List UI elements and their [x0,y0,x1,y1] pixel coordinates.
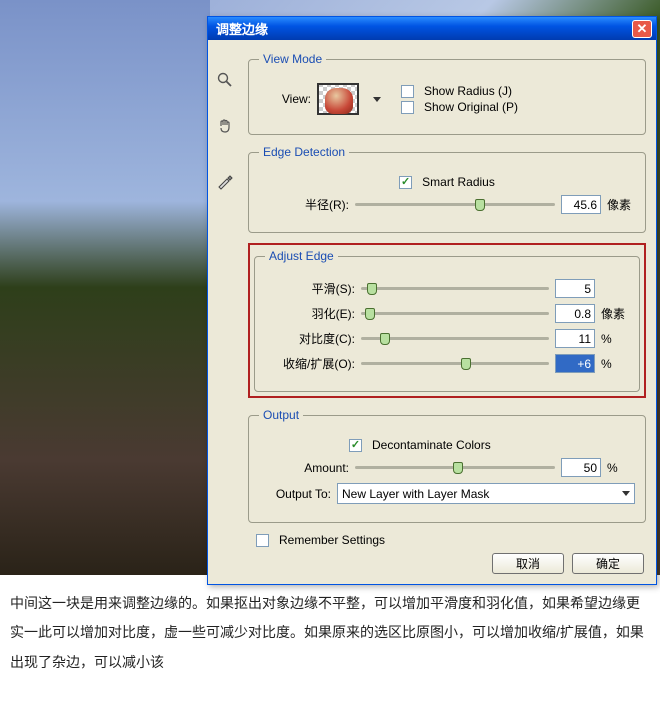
background-image: PhotoPS.cn 调整边缘 ✕ View Mode View: [0,0,660,575]
amount-label: Amount: [259,461,349,475]
radius-slider[interactable] [355,196,555,214]
decontaminate-label: Decontaminate Colors [372,438,491,452]
adjust-edge-group: Adjust Edge 平滑(S): 羽化(E): 像素 对比度 [254,249,640,392]
refine-brush-icon[interactable] [214,171,236,193]
remember-checkbox[interactable] [256,534,269,547]
edge-detection-legend: Edge Detection [259,145,349,159]
shift-label: 收缩/扩展(O): [265,355,355,372]
amount-unit: % [607,461,635,475]
smooth-label: 平滑(S): [265,280,355,297]
outputto-value: New Layer with Layer Mask [342,487,489,501]
remember-label: Remember Settings [279,533,385,547]
radius-unit: 像素 [607,196,635,213]
ok-button[interactable]: 确定 [572,553,644,574]
amount-value[interactable] [561,458,601,477]
smart-radius-label: Smart Radius [422,175,495,189]
show-original-checkbox[interactable] [401,101,414,114]
smooth-slider[interactable] [361,280,549,298]
feather-label: 羽化(E): [265,305,355,322]
contrast-slider[interactable] [361,330,549,348]
titlebar[interactable]: 调整边缘 ✕ [208,17,656,40]
feather-value[interactable] [555,304,595,323]
tool-column [214,69,236,193]
amount-slider[interactable] [355,459,555,477]
view-mode-legend: View Mode [259,52,326,66]
feather-unit: 像素 [601,305,629,322]
cancel-button[interactable]: 取消 [492,553,564,574]
outputto-label: Output To: [259,487,331,501]
view-dropdown-arrow-icon[interactable] [373,97,381,102]
show-radius-label: Show Radius (J) [424,84,512,98]
dialog-title: 调整边缘 [216,19,632,38]
show-original-label: Show Original (P) [424,100,518,114]
caption-text: 中间这一块是用来调整边缘的。如果抠出对象边缘不平整，可以增加平滑度和羽化值，如果… [0,575,660,677]
smooth-value[interactable] [555,279,595,298]
adjust-edge-highlight: Adjust Edge 平滑(S): 羽化(E): 像素 对比度 [248,243,646,398]
contrast-value[interactable] [555,329,595,348]
shift-value[interactable]: +6 [555,354,595,373]
decontaminate-checkbox[interactable] [349,439,362,452]
adjust-edge-legend: Adjust Edge [265,249,338,263]
radius-value[interactable] [561,195,601,214]
view-mode-group: View Mode View: Show Radius (J) Show Ori… [248,52,646,135]
output-legend: Output [259,408,303,422]
radius-label: 半径(R): [259,196,349,213]
view-thumbnail[interactable] [317,83,359,115]
show-radius-checkbox[interactable] [401,85,414,98]
smart-radius-checkbox[interactable] [399,176,412,189]
outputto-dropdown[interactable]: New Layer with Layer Mask [337,483,635,504]
close-button[interactable]: ✕ [632,20,652,38]
output-group: Output Decontaminate Colors Amount: % Ou… [248,408,646,523]
feather-slider[interactable] [361,305,549,323]
dropdown-arrow-icon [622,491,630,496]
edge-detection-group: Edge Detection Smart Radius 半径(R): 像素 [248,145,646,233]
hand-tool-icon[interactable] [214,115,236,137]
shift-slider[interactable] [361,355,549,373]
refine-edge-dialog: 调整边缘 ✕ View Mode View: Show Radius (J) [207,16,657,585]
view-label: View: [259,92,311,106]
zoom-tool-icon[interactable] [214,69,236,91]
contrast-label: 对比度(C): [265,330,355,347]
shift-unit: % [601,357,629,371]
contrast-unit: % [601,332,629,346]
